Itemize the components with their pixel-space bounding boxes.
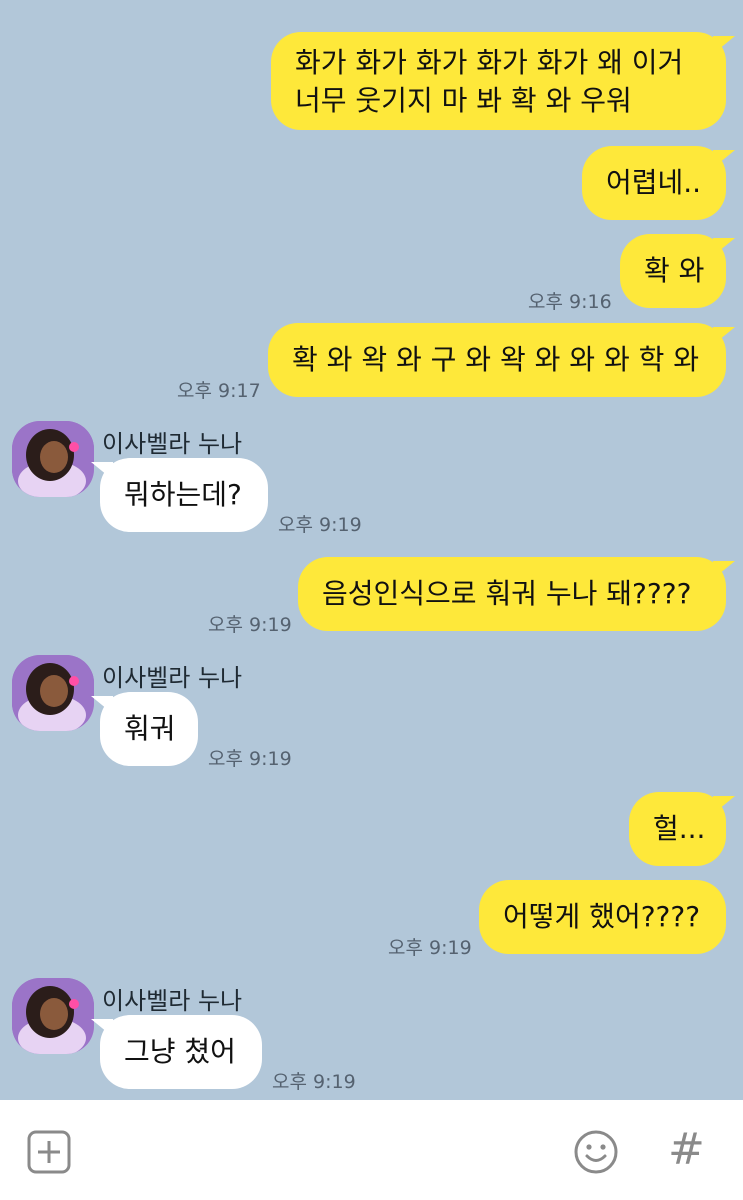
message-text: 훠궈	[124, 712, 176, 745]
their-message-bubble[interactable]: 그냥 쳤어	[91, 1015, 262, 1089]
message-text: 어떻게 했어????	[503, 900, 701, 933]
my-message-bubble[interactable]: 헐...	[629, 792, 735, 866]
message-time: 오후 9:16	[528, 291, 612, 313]
hash-label: #	[668, 1124, 705, 1175]
avatar-image	[12, 421, 94, 497]
my-message-bubble[interactable]: 확 와	[620, 234, 735, 308]
their-message-bubble[interactable]: 뭐하는데?	[91, 458, 268, 532]
my-message-bubble[interactable]: 어렵네..	[582, 146, 735, 220]
message-text: 그냥 쳤어	[124, 1035, 236, 1068]
message-time: 오후 9:19	[278, 514, 362, 536]
message-text: 확 와 왁 와 구 와 왁 와 와 와 학 와	[292, 343, 700, 376]
message-time: 오후 9:19	[208, 614, 292, 636]
my-message-bubble[interactable]: 어떻게 했어????	[479, 880, 726, 954]
message-time: 오후 9:17	[177, 380, 261, 402]
message-time: 오후 9:19	[272, 1071, 356, 1093]
my-message-bubble[interactable]: 화가 화가 화가 화가 화가 왜 이거 너무 웃기지 마 봐 확 와 우워	[271, 32, 735, 130]
contact-avatar[interactable]	[12, 421, 94, 497]
hash-icon[interactable]: #	[668, 1124, 708, 1176]
input-bar: #	[0, 1100, 743, 1200]
contact-name: 이사벨라 누나	[102, 987, 243, 1015]
contact-name: 이사벨라 누나	[102, 430, 243, 458]
message-text: 뭐하는데?	[124, 478, 242, 511]
message-time: 오후 9:19	[208, 748, 292, 770]
contact-name: 이사벨라 누나	[102, 664, 243, 692]
message-line: 너무 웃기지 마 봐 확 와 우워	[295, 84, 632, 117]
their-message-bubble[interactable]: 훠궈	[91, 692, 198, 766]
my-message-bubble[interactable]: 음성인식으로 훠궈 누나 돼????	[298, 557, 735, 631]
contact-avatar[interactable]	[12, 978, 94, 1054]
chat-area: 화가 화가 화가 화가 화가 왜 이거 너무 웃기지 마 봐 확 와 우워 어렵…	[0, 0, 743, 1100]
plus-square-icon[interactable]	[27, 1130, 71, 1174]
message-text: 확 와	[644, 254, 705, 287]
message-text: 헐...	[653, 812, 706, 845]
smiley-icon[interactable]	[574, 1130, 618, 1174]
avatar-image	[12, 978, 94, 1054]
message-time: 오후 9:19	[388, 937, 472, 959]
contact-avatar[interactable]	[12, 655, 94, 731]
avatar-image	[12, 655, 94, 731]
message-text: 어렵네..	[606, 166, 702, 199]
message-text: 음성인식으로 훠궈 누나 돼????	[322, 577, 692, 610]
my-message-bubble[interactable]: 확 와 왁 와 구 와 왁 와 와 와 학 와	[268, 323, 735, 397]
message-line: 화가 화가 화가 화가 화가 왜 이거	[295, 46, 684, 79]
